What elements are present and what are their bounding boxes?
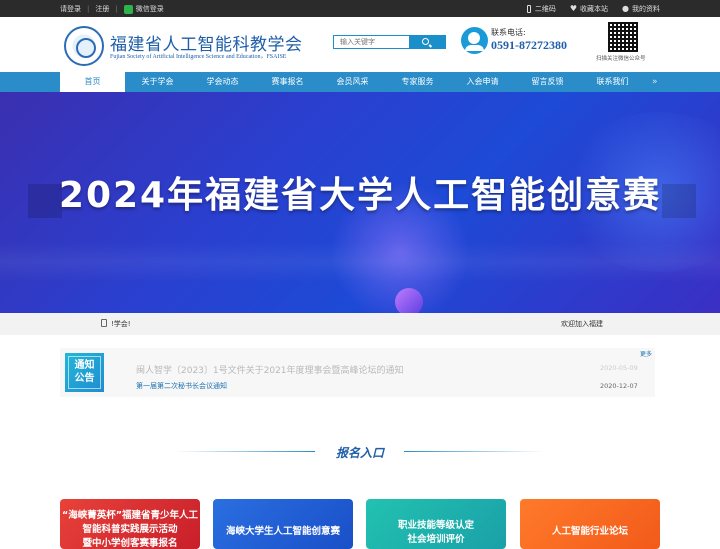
notice-more-link[interactable]: 更多 <box>640 349 652 358</box>
divider: | <box>87 5 90 13</box>
nav-item-contact[interactable]: 联系我们 <box>580 72 645 92</box>
hero-banner[interactable]: 2024年福建省大学人工智能创意赛 <box>0 92 720 313</box>
nav-item-join[interactable]: 入会申请 <box>450 72 515 92</box>
top-bar: 请登录 | 注册 | 微信登录 二维码 ♥ 收藏本站 ● 我的资料 <box>0 0 720 17</box>
profile-link[interactable]: ● 我的资料 <box>622 4 660 14</box>
section-divider <box>175 451 315 452</box>
card-text: 智能科普实践展示活动 <box>82 524 178 535</box>
qrcode-link[interactable]: 二维码 <box>526 4 556 14</box>
nav-item-about[interactable]: 关于学会 <box>125 72 190 92</box>
register-link[interactable]: 注册 <box>95 4 109 14</box>
search-box <box>333 35 446 49</box>
qr-caption: 扫描关注微信公众号 <box>596 56 646 62</box>
badge-frame <box>68 356 101 389</box>
section-title: 报名入口 <box>335 446 384 460</box>
section-divider <box>404 451 544 452</box>
notice-item-title[interactable]: 第一届第二次秘书长会议通知 <box>136 381 227 391</box>
banner-next-button[interactable] <box>662 184 696 218</box>
wechat-login-link[interactable]: 微信登录 <box>123 4 164 14</box>
hotline-number: 0591-87272380 <box>491 38 567 52</box>
notice-item-date: 2020-12-07 <box>600 382 638 390</box>
top-bar-auth: 请登录 | 注册 | 微信登录 <box>60 4 164 14</box>
bookmark-link[interactable]: ♥ 收藏本站 <box>570 4 608 14</box>
search-button[interactable] <box>409 36 445 48</box>
login-link[interactable]: 请登录 <box>60 4 81 14</box>
notice-item-title[interactable]: 闽人智学〔2023〕1号文件关于2021年度理事会暨高峰论坛的通知 <box>136 363 404 376</box>
site-header: 福建省人工智能科教学会 Fujian Society of Artificial… <box>0 17 720 72</box>
nav-item-experts[interactable]: 专家服务 <box>385 72 450 92</box>
welcome-text: 欢迎加入福建 <box>561 320 603 328</box>
card-text: 暨中小学创客赛事报名 <box>82 538 178 549</box>
banner-prev-button[interactable] <box>28 184 62 218</box>
site-subtitle: Fujian Society of Artificial Intelligenc… <box>110 54 287 60</box>
phone-icon <box>526 5 531 13</box>
entry-card-certification[interactable]: 职业技能等级认定 社会培训评价 <box>366 499 506 549</box>
nav-item-home[interactable]: 首页 <box>60 72 125 92</box>
qrcode-label: 二维码 <box>534 5 556 13</box>
society-logo-icon[interactable] <box>64 26 104 66</box>
hotline-label: 联系电话: <box>491 28 526 37</box>
scrolling-text: !学会! <box>111 320 131 328</box>
entry-card-forum[interactable]: 人工智能行业论坛 <box>520 499 660 549</box>
notice-badge: 通知 公告 <box>65 353 104 392</box>
entry-card-youth[interactable]: “海峡菁英杯”福建省青少年人工 智能科普实践展示活动 暨中小学创客赛事报名 <box>60 499 200 549</box>
top-bar-tools: 二维码 ♥ 收藏本站 ● 我的资料 <box>526 4 660 14</box>
notice-item-date: 2020-05-09 <box>600 364 638 372</box>
divider: | <box>115 5 118 13</box>
card-text: 人工智能行业论坛 <box>551 526 628 537</box>
nav-item-news[interactable]: 学会动态 <box>190 72 255 92</box>
announcement-strip: !学会! 欢迎加入福建 <box>0 313 720 335</box>
entry-card-university[interactable]: 海峡大学生人工智能创意赛 <box>213 499 353 549</box>
nav-item-competition[interactable]: 赛事报名 <box>255 72 320 92</box>
customer-service-icon <box>461 27 488 54</box>
user-icon: ● <box>622 4 629 13</box>
bookmark-label: 收藏本站 <box>580 5 609 13</box>
card-text: 社会培训评价 <box>407 534 465 545</box>
search-icon <box>422 38 429 45</box>
speaker-icon <box>101 319 107 327</box>
nav-item-members[interactable]: 会员风采 <box>320 72 385 92</box>
banner-orb <box>395 288 423 313</box>
main-nav: 首页 关于学会 学会动态 赛事报名 会员风采 专家服务 入会申请 留言反馈 联系… <box>0 72 720 92</box>
banner-band <box>0 242 720 282</box>
nav-item-feedback[interactable]: 留言反馈 <box>515 72 580 92</box>
notice-box: 通知 公告 更多 闽人智学〔2023〕1号文件关于2021年度理事会暨高峰论坛的… <box>60 348 655 397</box>
card-text: 职业技能等级认定 <box>397 520 474 531</box>
heart-icon: ♥ <box>569 4 578 13</box>
card-text: “海峡菁英杯”福建省青少年人工 <box>62 510 198 521</box>
search-input[interactable] <box>334 36 410 48</box>
banner-title: 2024年福建省大学人工智能创意赛 <box>58 175 662 216</box>
card-text: 海峡大学生人工智能创意赛 <box>225 526 340 537</box>
nav-more-icon[interactable]: » <box>652 77 658 87</box>
profile-label: 我的资料 <box>632 5 660 13</box>
wechat-qr-code <box>608 22 638 52</box>
wechat-login-label: 微信登录 <box>135 5 164 13</box>
wechat-icon <box>123 4 133 14</box>
